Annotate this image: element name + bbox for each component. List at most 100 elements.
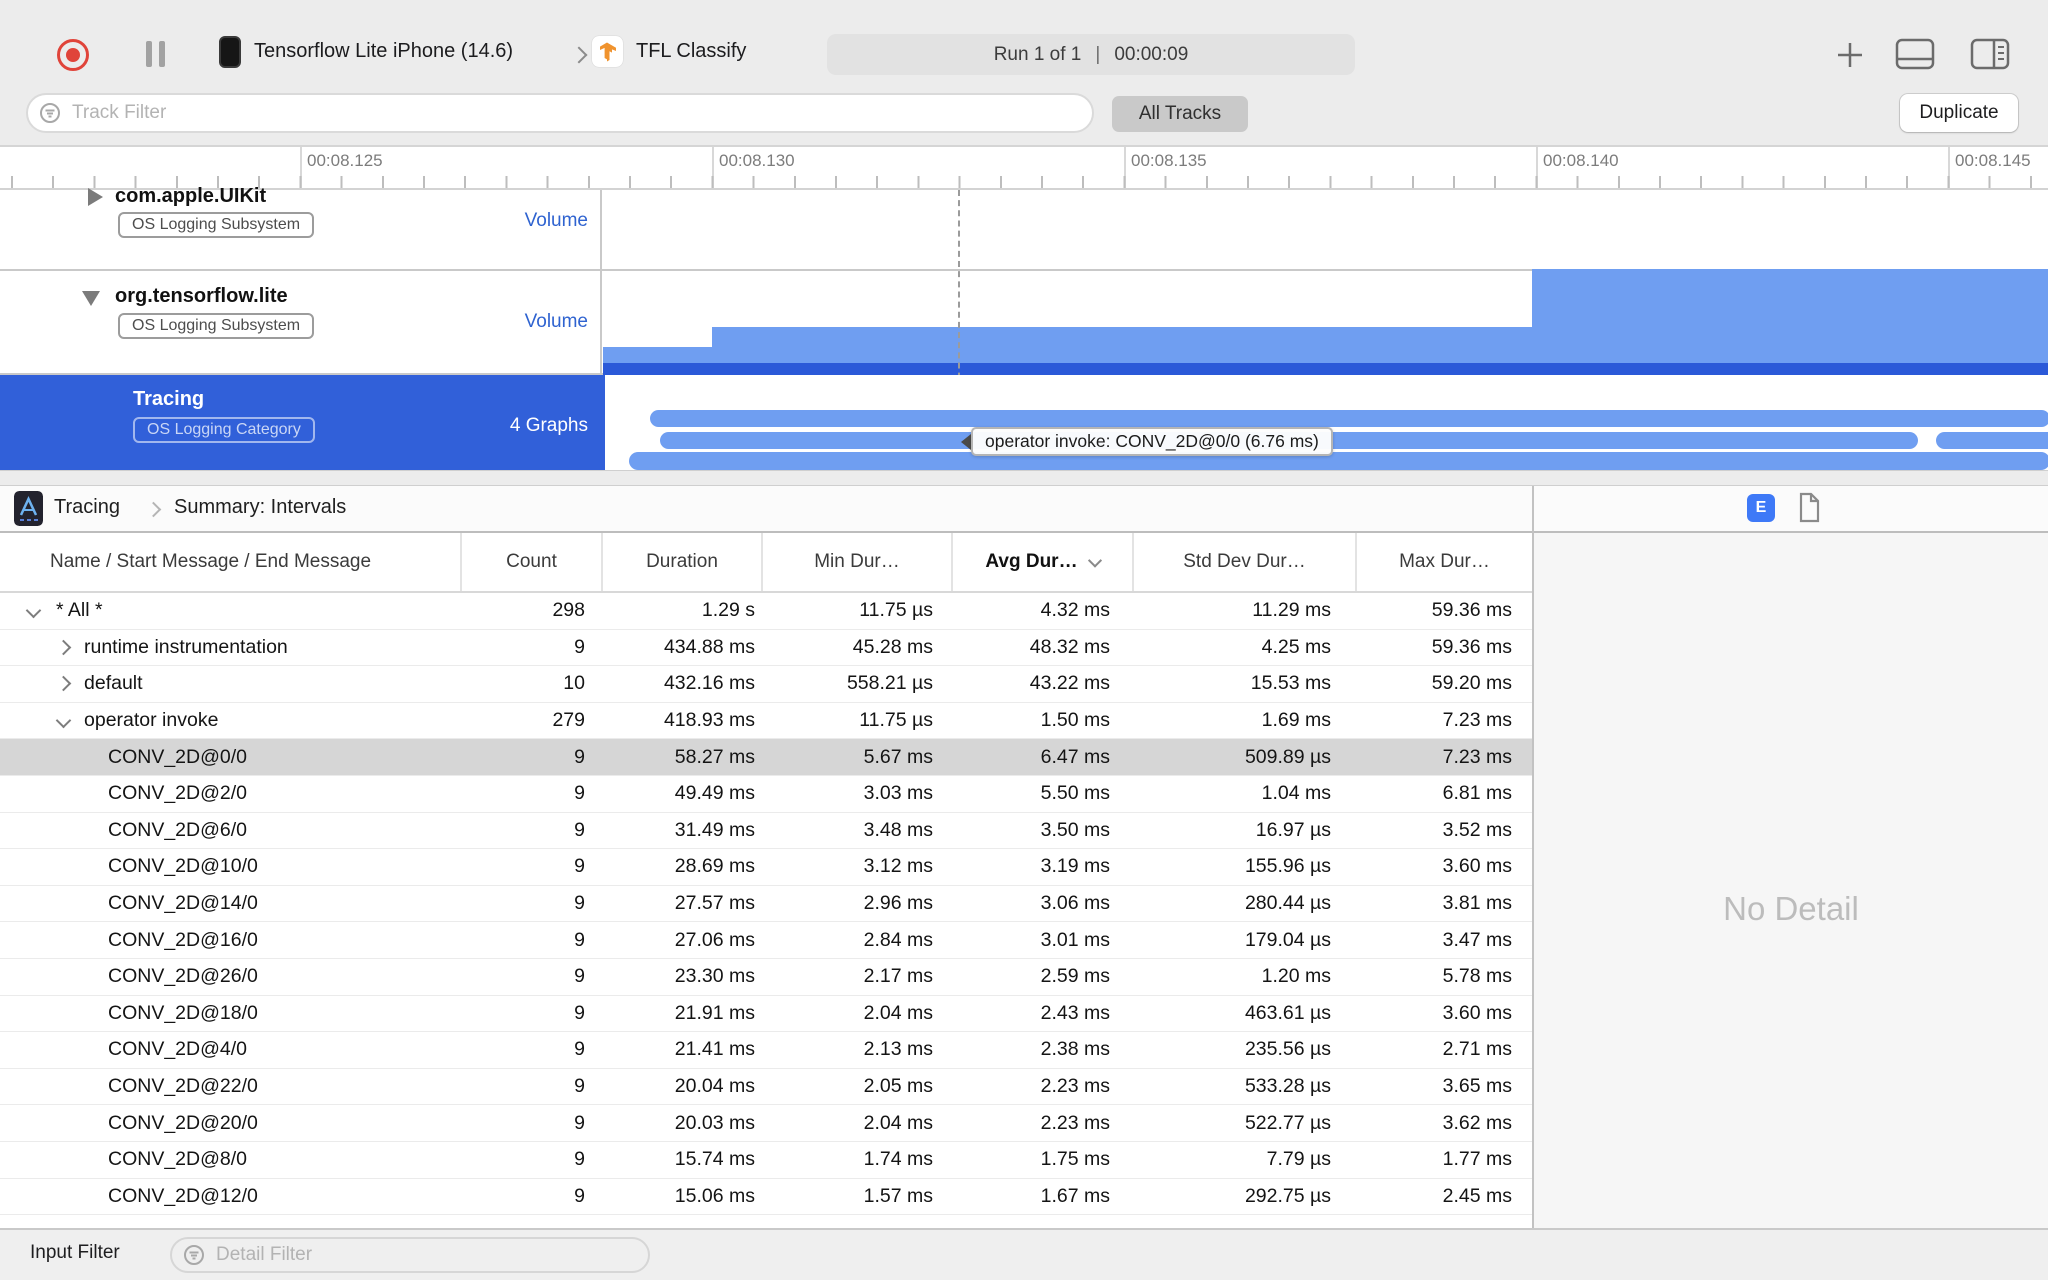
track-header-tensorflow[interactable]: org.tensorflow.lite OS Logging Subsystem… — [0, 269, 600, 375]
cell-avg-duration: 1.75 ms — [1040, 1148, 1110, 1171]
column-header-count[interactable]: Count — [460, 533, 601, 591]
cell-avg-duration: 4.32 ms — [1040, 599, 1110, 622]
column-header-min-duration[interactable]: Min Dur… — [761, 533, 951, 591]
target-selector[interactable]: TFL Classify — [636, 40, 746, 63]
column-header-duration[interactable]: Duration — [601, 533, 761, 591]
row-name: CONV_2D@14/0 — [108, 892, 258, 915]
table-row[interactable]: CONV_2D@26/0 9 23.30 ms 2.17 ms 2.59 ms 1.20 … — [0, 959, 1532, 996]
cell-count: 279 — [552, 709, 585, 732]
add-instrument-button[interactable] — [1833, 38, 1867, 77]
interval-tooltip: operator invoke: CONV_2D@0/0 (6.76 ms) — [961, 427, 1333, 456]
toggle-bottom-pane-button[interactable] — [1893, 38, 1937, 75]
row-name: CONV_2D@26/0 — [108, 965, 258, 988]
row-name: default — [84, 672, 143, 695]
table-row[interactable]: CONV_2D@6/0 9 31.49 ms 3.48 ms 3.50 ms 16.97 … — [0, 813, 1532, 850]
cell-count: 9 — [574, 1148, 585, 1171]
filter-icon — [40, 103, 60, 123]
cell-stddev-duration: 235.56 µs — [1244, 1038, 1331, 1061]
column-header-name[interactable]: Name / Start Message / End Message — [0, 533, 460, 591]
track-filter-input[interactable]: Track Filter — [26, 93, 1094, 133]
row-name: CONV_2D@20/0 — [108, 1111, 258, 1134]
duplicate-button[interactable]: Duplicate — [1900, 94, 2018, 132]
table-row[interactable]: CONV_2D@12/0 9 15.06 ms 1.57 ms 1.67 ms 292.7… — [0, 1179, 1532, 1216]
tracing-instrument-icon — [14, 491, 43, 526]
column-header-avg-duration[interactable]: Avg Dur… — [951, 533, 1132, 591]
interval-bar[interactable] — [1936, 432, 2048, 449]
breadcrumb-view[interactable]: Summary: Intervals — [174, 496, 346, 519]
ruler-label: 00:08.145 — [1955, 151, 2031, 170]
table-row[interactable]: CONV_2D@10/0 9 28.69 ms 3.12 ms 3.19 ms 155.9… — [0, 849, 1532, 886]
cell-max-duration: 3.47 ms — [1442, 928, 1512, 951]
instruments-window: Tensorflow Lite iPhone (14.6) TFL Classi… — [0, 0, 2048, 1280]
column-header-max-duration[interactable]: Max Dur… — [1355, 533, 1532, 591]
track-meta-graphs[interactable]: 4 Graphs — [468, 415, 588, 437]
interval-bar[interactable] — [629, 452, 2048, 470]
cell-avg-duration: 3.19 ms — [1040, 855, 1110, 878]
row-name: runtime instrumentation — [84, 635, 288, 658]
document-button[interactable] — [1797, 492, 1822, 528]
column-header-stddev-duration[interactable]: Std Dev Dur… — [1132, 533, 1355, 591]
detail-filter-input[interactable]: Detail Filter — [170, 1237, 650, 1273]
tooltip-arrow-icon — [961, 433, 971, 450]
cell-name: CONV_2D@4/0 — [0, 1032, 460, 1068]
track-header-tracing[interactable]: Tracing OS Logging Category 4 Graphs — [0, 375, 605, 470]
cell-stddev-duration: 11.29 ms — [1252, 599, 1331, 622]
track-filter-placeholder: Track Filter — [72, 102, 167, 123]
table-row[interactable]: CONV_2D@8/0 9 15.74 ms 1.74 ms 1.75 ms 7.79 µ… — [0, 1142, 1532, 1179]
disclosure-collapsed-icon[interactable] — [88, 188, 103, 206]
cell-stddev-duration: 509.89 µs — [1244, 745, 1331, 768]
cell-avg-duration: 43.22 ms — [1029, 672, 1110, 695]
cell-max-duration: 1.77 ms — [1442, 1148, 1512, 1171]
track-meta-volume[interactable]: Volume — [468, 210, 588, 232]
cell-count: 9 — [574, 965, 585, 988]
cell-min-duration: 2.17 ms — [863, 965, 933, 988]
all-tracks-button[interactable]: All Tracks — [1112, 96, 1248, 132]
table-row[interactable]: CONV_2D@22/0 9 20.04 ms 2.05 ms 2.23 ms 533.2… — [0, 1069, 1532, 1106]
table-row[interactable]: CONV_2D@2/0 9 49.49 ms 3.03 ms 5.50 ms 1.04 m… — [0, 776, 1532, 813]
volume-graph-lane[interactable] — [603, 269, 2048, 375]
cell-name: operator invoke — [0, 703, 460, 739]
table-row[interactable]: operator invoke 279 418.93 ms 11.75 µs 1.50 … — [0, 703, 1532, 740]
cell-name: CONV_2D@26/0 — [0, 959, 460, 995]
track-header-uikit[interactable]: com.apple.UIKit OS Logging Subsystem Vol… — [0, 185, 600, 269]
table-row[interactable]: CONV_2D@4/0 9 21.41 ms 2.13 ms 2.38 ms 235.56… — [0, 1032, 1532, 1069]
cell-avg-duration: 1.67 ms — [1040, 1184, 1110, 1207]
summary-table: Name / Start Message / End Message Count… — [0, 533, 1532, 1228]
cell-stddev-duration: 15.53 ms — [1250, 672, 1331, 695]
pause-button[interactable] — [146, 41, 165, 67]
pane-splitter[interactable] — [0, 470, 2048, 486]
expert-info-button[interactable]: E — [1747, 494, 1775, 522]
table-row[interactable]: CONV_2D@14/0 9 27.57 ms 2.96 ms 3.06 ms 280.4… — [0, 886, 1532, 923]
time-ruler[interactable]: 00:08.125 00:08.130 00:08.135 00:08.140 00:0… — [0, 147, 2048, 190]
table-row[interactable]: CONV_2D@20/0 9 20.03 ms 2.04 ms 2.23 ms 522.7… — [0, 1105, 1532, 1142]
device-selector[interactable]: Tensorflow Lite iPhone (14.6) — [254, 40, 513, 63]
cell-count: 9 — [574, 1001, 585, 1024]
cell-min-duration: 1.74 ms — [863, 1148, 933, 1171]
record-button[interactable] — [57, 39, 89, 71]
disclosure-expanded-icon[interactable] — [82, 291, 100, 306]
table-row[interactable]: default 10 432.16 ms 558.21 µs 43.22 ms 15.53… — [0, 666, 1532, 703]
table-row[interactable]: CONV_2D@18/0 9 21.91 ms 2.04 ms 2.43 ms 463.6… — [0, 996, 1532, 1033]
table-row[interactable]: CONV_2D@0/0 9 58.27 ms 5.67 ms 6.47 ms 509.89… — [0, 739, 1532, 776]
cell-avg-duration: 2.38 ms — [1040, 1038, 1110, 1061]
cell-stddev-duration: 155.96 µs — [1244, 855, 1331, 878]
cell-duration: 27.06 ms — [674, 928, 755, 951]
table-row[interactable]: runtime instrumentation 9 434.88 ms 45.28 m… — [0, 630, 1532, 667]
toolbar: Tensorflow Lite iPhone (14.6) TFL Classi… — [0, 0, 2048, 81]
table-row[interactable]: CONV_2D@16/0 9 27.06 ms 2.84 ms 3.01 ms 179.0… — [0, 922, 1532, 959]
breadcrumb-instrument[interactable]: Tracing — [54, 496, 120, 519]
cell-min-duration: 3.48 ms — [863, 818, 933, 841]
cell-duration: 15.06 ms — [674, 1184, 755, 1207]
toggle-right-pane-button[interactable] — [1968, 38, 2012, 75]
cell-max-duration: 7.23 ms — [1442, 709, 1512, 732]
track-meta-volume[interactable]: Volume — [468, 311, 588, 333]
pause-icon — [159, 41, 165, 67]
cell-avg-duration: 3.01 ms — [1040, 928, 1110, 951]
cell-duration: 23.30 ms — [674, 965, 755, 988]
track-title: Tracing — [133, 388, 205, 410]
interval-bar[interactable] — [650, 410, 2048, 427]
table-row[interactable]: * All * 298 1.29 s 11.75 µs 4.32 ms 11.29 ms 5… — [0, 593, 1532, 630]
cell-duration: 27.57 ms — [674, 892, 755, 915]
no-detail-text: No Detail — [1723, 889, 1859, 927]
cell-count: 9 — [574, 1038, 585, 1061]
